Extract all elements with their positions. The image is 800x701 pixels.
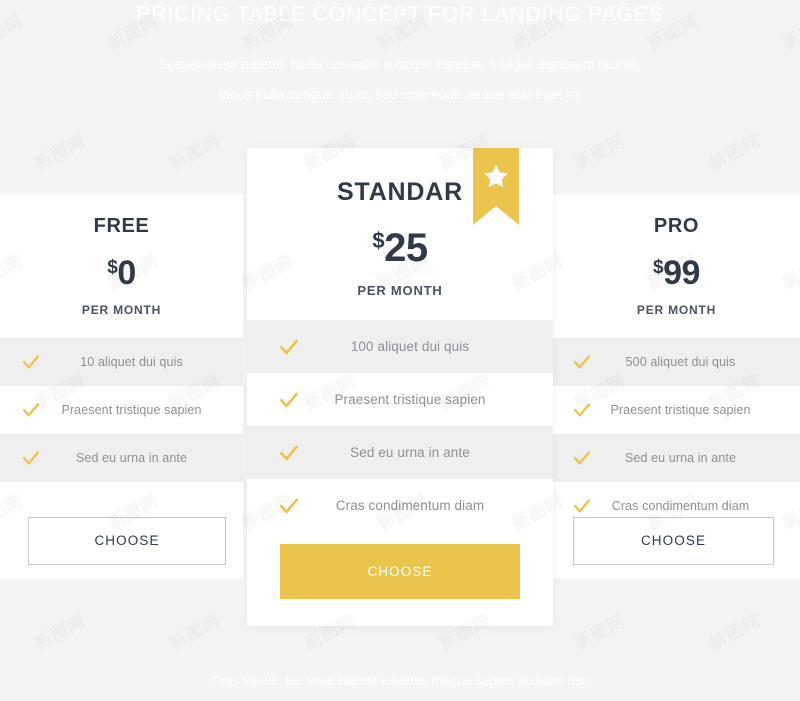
list-item: Sed eu urna in ante	[0, 434, 243, 482]
currency-symbol-pro: $	[653, 257, 664, 278]
list-item: 500 aliquet dui quis	[553, 338, 800, 386]
price-amount-standard: 25	[384, 226, 428, 270]
choose-button-free[interactable]: CHOOSE	[28, 517, 226, 565]
list-item: 10 aliquet dui quis	[0, 338, 243, 386]
pro-card-head: PRO $99 PER MONTH	[553, 194, 800, 317]
list-item: Sed eu urna in ante	[553, 434, 800, 482]
feature-list-pro: 500 aliquet dui quis Praesent tristique …	[553, 338, 800, 530]
check-icon	[573, 401, 591, 419]
pricing-card-free[interactable]: FREE $0 PER MONTH 10 aliquet dui quis Pr…	[0, 194, 243, 578]
currency-symbol-free: $	[107, 257, 118, 278]
list-item: Praesent tristique sapien	[0, 386, 243, 434]
free-card-head: FREE $0 PER MONTH	[0, 194, 243, 317]
choose-button-pro[interactable]: CHOOSE	[573, 517, 774, 565]
feature-list-standard: 100 aliquet dui quis Praesent tristique …	[247, 320, 553, 532]
list-item: 100 aliquet dui quis	[247, 320, 553, 373]
currency-symbol-standard: $	[372, 228, 385, 253]
plan-name-free: FREE	[93, 215, 150, 237]
check-icon	[279, 496, 299, 516]
plan-period-free: PER MONTH	[81, 303, 162, 317]
check-icon	[573, 449, 591, 467]
list-item: Praesent tristique sapien	[553, 386, 800, 434]
pricing-cards: FREE $0 PER MONTH 10 aliquet dui quis Pr…	[0, 0, 800, 701]
check-icon	[279, 390, 299, 410]
check-icon	[22, 353, 40, 371]
check-icon	[22, 401, 40, 419]
check-icon	[279, 337, 299, 357]
list-item: Praesent tristique sapien	[247, 373, 553, 426]
pricing-card-standard[interactable]: STANDAR $25 PER MONTH 100 aliquet dui qu…	[247, 148, 553, 626]
feature-list-free: 10 aliquet dui quis Praesent tristique s…	[0, 338, 243, 482]
plan-price-free: $0	[0, 256, 243, 290]
plan-period-pro: PER MONTH	[636, 303, 717, 317]
pricing-page: PRICING TABLE CONCEPT FOR LANDING PAGES …	[0, 0, 800, 701]
plan-period-standard: PER MONTH	[357, 283, 443, 298]
page-footer-text: Cras varius, leo vitae blandit lobortis,…	[211, 673, 589, 688]
plan-price-pro: $99	[553, 256, 800, 290]
list-item: Sed eu urna in ante	[247, 426, 553, 479]
plan-price-standard: $25	[247, 228, 553, 268]
plan-name-pro: PRO	[653, 215, 700, 237]
price-amount-free: 0	[117, 254, 136, 292]
pricing-card-pro[interactable]: PRO $99 PER MONTH 500 aliquet dui quis P…	[553, 194, 800, 578]
list-item: Cras condimentum diam	[247, 479, 553, 532]
check-icon	[573, 497, 591, 515]
check-icon	[573, 353, 591, 371]
price-amount-pro: 99	[663, 254, 700, 292]
check-icon	[22, 449, 40, 467]
choose-button-standard[interactable]: CHOOSE	[280, 544, 520, 599]
check-icon	[279, 443, 299, 463]
star-ribbon-icon	[473, 148, 519, 225]
